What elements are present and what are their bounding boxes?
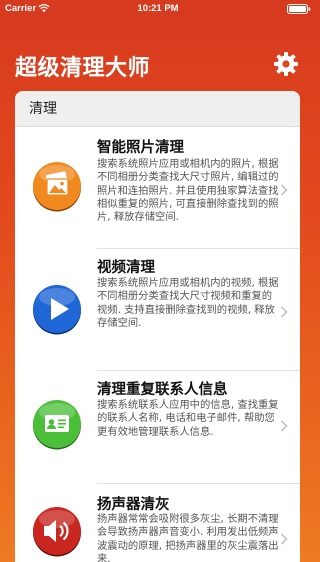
status-time: 10:21 PM [137,3,179,14]
item-description: 搜索系统照片应用或相机内的视频, 根据不同相册分类查找大尺寸视频和重复的视频. … [97,277,279,329]
chevron-right-icon [280,184,288,196]
chevron-right-icon [280,420,288,432]
list-item-photo-cleanup[interactable]: 智能照片清理 搜索系统照片应用或相机内的照片, 根据不同相册分类查找大尺寸照片,… [15,128,300,249]
gear-icon[interactable] [273,51,299,77]
row-divider [97,370,300,371]
item-description: 搜索系统照片应用或相机内的照片, 根据不同相册分类查找大尺寸照片, 编辑过的照片… [97,158,279,224]
item-title: 清理重复联系人信息 [97,382,228,398]
list-item-video-cleanup[interactable]: 视频清理 搜索系统照片应用或相机内的视频, 根据不同相册分类查找大尺寸视频和重复… [15,250,300,371]
section-header: 清理 [15,91,300,127]
item-title: 扬声器清灰 [97,497,170,513]
play-icon [33,285,81,335]
speaker-icon [33,507,81,557]
chevron-right-icon [280,306,288,318]
status-bar: Carrier 10:21 PM [0,0,316,18]
list-item-speaker-dust-cleaning[interactable]: 扬声器清灰 扬声器常常会吸附很多灰尘, 长期不清理会导致扬声器声音变小. 利用发… [15,485,300,562]
list-item-contacts-cleanup[interactable]: 清理重复联系人信息 搜索系统联系人应用中的信息, 查找重复的联系人名称, 电话和… [15,372,300,484]
item-description: 扬声器常常会吸附很多灰尘, 长期不清理会导致扬声器声音变小. 利用发出低频声波震… [97,513,279,562]
item-title: 视频清理 [97,260,155,276]
contact-card-icon [33,400,81,450]
row-divider [97,248,300,249]
app-title: 超级清理大师 [15,56,151,81]
chevron-right-icon [280,533,288,545]
item-title: 智能照片清理 [97,140,184,156]
row-divider [97,483,300,484]
battery-icon [287,4,311,14]
cleanup-card: 清理 智能照片清理 搜索系统照片应用或相机内的照片, 根据不同相册分类查找大尺寸… [15,91,300,562]
photos-icon [33,162,81,212]
item-description: 搜索系统联系人应用中的信息, 查找重复的联系人名称, 电话和电子邮件, 帮助您更… [97,399,279,438]
